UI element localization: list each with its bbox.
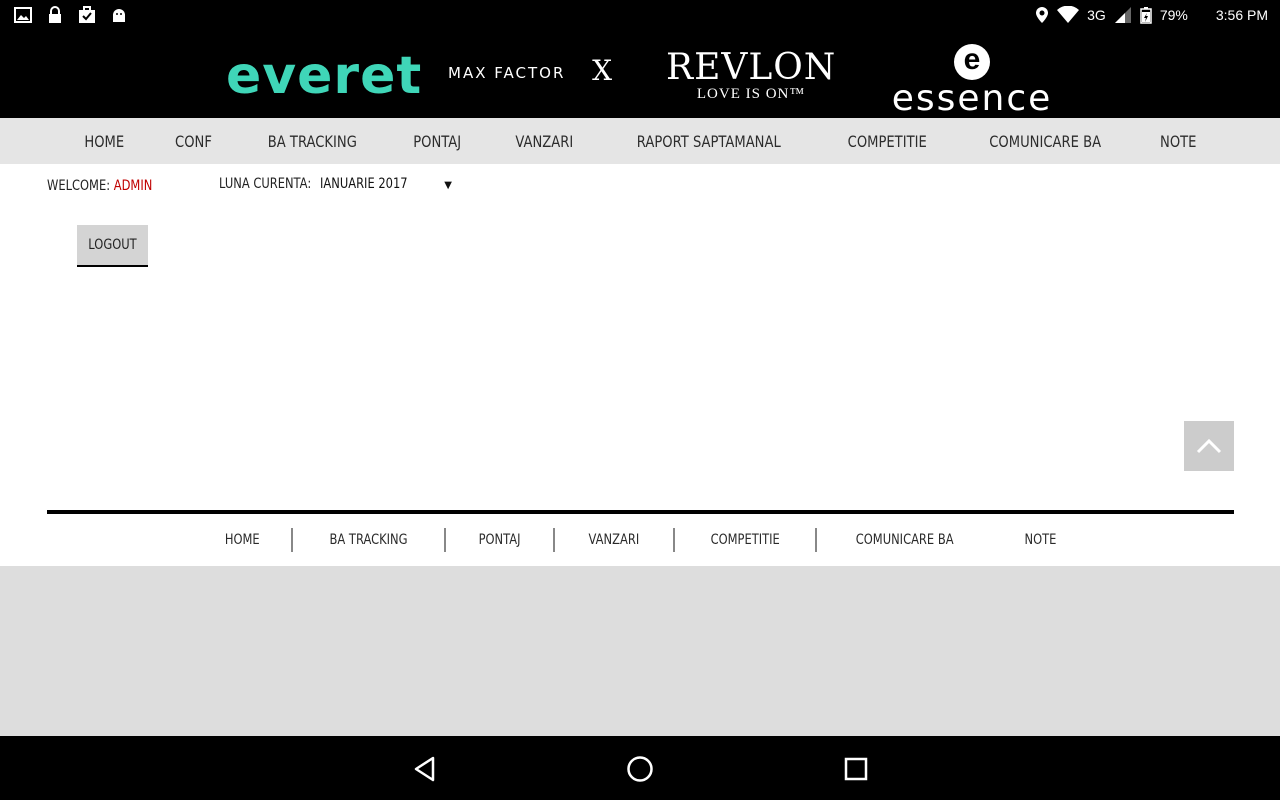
image-icon <box>14 7 32 23</box>
revlon-tagline: LOVE IS ON™ <box>696 86 806 102</box>
footer-separator <box>553 528 556 552</box>
page-bottom-area <box>0 566 1280 736</box>
recents-square-icon <box>844 757 868 781</box>
footer-nav: HOME BA TRACKING PONTAJ VANZARI COMPETIT… <box>0 524 1280 556</box>
clock: 3:56 PM <box>1215 7 1268 23</box>
footer-nav-comunicare-ba[interactable]: COMUNICARE BA <box>833 532 977 548</box>
recents-button[interactable] <box>841 754 871 784</box>
main-nav-conf[interactable]: CONF <box>175 132 212 151</box>
notification-icons <box>14 6 128 24</box>
logout-label: LOGOUT <box>88 237 137 253</box>
welcome-label: WELCOME: <box>47 178 111 194</box>
brand-header: everet MAX FACTOR X REVLON LOVE IS ON™ e… <box>0 32 1280 118</box>
footer-separator <box>672 528 675 552</box>
briefcase-check-icon <box>79 6 95 23</box>
main-nav-competitie[interactable]: COMPETITIE <box>847 132 926 151</box>
month-select-value: IANUARIE 2017 <box>320 176 408 192</box>
username: ADMIN <box>113 178 153 194</box>
footer-separator <box>815 528 818 552</box>
network-type: 3G <box>1087 7 1106 23</box>
lock-icon <box>49 6 61 23</box>
main-nav-comunicare-ba[interactable]: COMUNICARE BA <box>989 132 1101 151</box>
system-nav-bar <box>0 736 1280 800</box>
revlon-wordmark: REVLON <box>666 47 837 88</box>
footer-nav-home[interactable]: HOME <box>201 532 282 548</box>
footer-nav-competitie[interactable]: COMPETITIE <box>688 532 803 548</box>
scroll-to-top-button[interactable] <box>1184 421 1234 471</box>
back-icon <box>414 756 435 782</box>
footer-separator <box>444 528 447 552</box>
month-select[interactable]: IANUARIE 2017 ▼ <box>320 174 456 198</box>
battery-icon <box>1140 7 1152 24</box>
main-nav-vanzari[interactable]: VANZARI <box>515 132 573 151</box>
home-circle-icon <box>627 756 653 782</box>
revlon-logo: REVLON LOVE IS ON™ <box>666 47 837 103</box>
month-label: LUNA CURENTA: <box>219 176 312 192</box>
signal-icon <box>1114 7 1131 23</box>
home-button[interactable] <box>625 754 655 784</box>
footer-separator <box>290 528 293 552</box>
main-nav-raport-saptamanal[interactable]: RAPORT SAPTAMANAL <box>637 132 781 151</box>
footer-nav-pontaj[interactable]: PONTAJ <box>456 532 544 548</box>
maxfactor-x: X <box>592 54 612 87</box>
back-button[interactable] <box>410 754 440 784</box>
footer-nav-vanzari[interactable]: VANZARI <box>566 532 663 548</box>
welcome-text: WELCOME: ADMIN <box>47 178 152 194</box>
chevron-down-icon: ▼ <box>444 180 452 191</box>
wifi-icon <box>1057 6 1080 23</box>
battery-percent: 79% <box>1159 7 1188 23</box>
footer-divider <box>47 510 1234 514</box>
main-nav-pontaj[interactable]: PONTAJ <box>413 132 461 151</box>
android-icon <box>113 9 125 22</box>
main-nav-home[interactable]: HOME <box>84 132 124 151</box>
essence-logo: e essence <box>888 44 1056 118</box>
location-icon <box>1036 7 1049 23</box>
status-bar: 3G 79% 3:56 PM <box>0 0 1280 32</box>
logout-button[interactable]: LOGOUT <box>77 225 148 267</box>
essence-mark: e <box>954 44 990 80</box>
system-status: 3G 79% 3:56 PM <box>1035 6 1268 24</box>
main-nav-ba-tracking[interactable]: BA TRACKING <box>267 132 356 151</box>
main-nav-note[interactable]: NOTE <box>1160 132 1196 151</box>
maxfactor-wordmark: MAX FACTOR <box>448 64 566 82</box>
chevron-up-icon <box>1196 438 1222 454</box>
main-nav: HOME CONF BA TRACKING PONTAJ VANZARI RAP… <box>0 118 1280 164</box>
everet-logo: everet <box>226 46 423 106</box>
maxfactor-logo: MAX FACTOR X <box>448 54 612 88</box>
essence-wordmark: essence <box>891 78 1053 119</box>
footer-nav-ba-tracking[interactable]: BA TRACKING <box>307 532 431 548</box>
footer-nav-note[interactable]: NOTE <box>1001 532 1079 548</box>
